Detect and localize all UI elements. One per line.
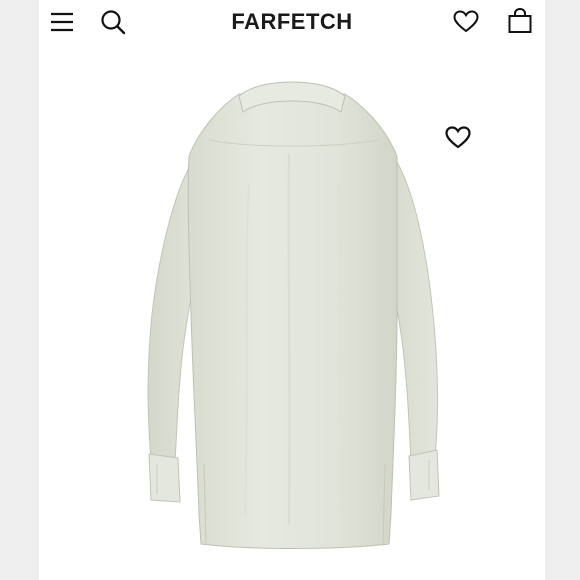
right-backdrop [545, 0, 580, 580]
app-frame: FARFETCH [39, 0, 545, 580]
wishlist-button[interactable] [452, 8, 480, 36]
heart-icon [445, 126, 471, 149]
shopping-bag-icon [508, 7, 532, 33]
top-navigation-bar: FARFETCH [39, 0, 545, 44]
product-image-area[interactable] [39, 44, 545, 580]
heart-icon [453, 10, 479, 33]
left-backdrop [0, 0, 39, 580]
search-icon [101, 10, 126, 35]
shopping-bag-button[interactable] [506, 7, 534, 35]
search-button[interactable] [99, 8, 127, 36]
brand-logo[interactable]: FARFETCH [189, 9, 395, 35]
favorite-button[interactable] [443, 124, 473, 152]
menu-icon [51, 12, 73, 32]
menu-button[interactable] [49, 9, 75, 35]
